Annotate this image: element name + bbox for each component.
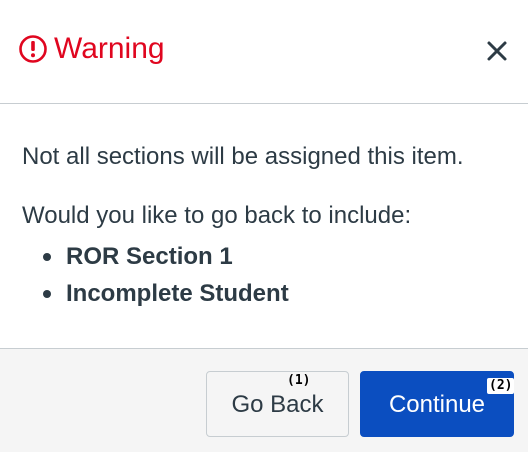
- list-item: ROR Section 1: [22, 238, 289, 275]
- close-button[interactable]: [484, 38, 510, 64]
- marker-label-2: (2): [487, 378, 515, 394]
- warning-dialog: Warning Not all sections will be assigne…: [0, 0, 528, 452]
- prompt-message: Would you like to go back to include:: [22, 202, 412, 229]
- bullet: [43, 290, 51, 298]
- dialog-header: Warning: [0, 0, 528, 104]
- dialog-title: Warning: [54, 32, 165, 65]
- list-item: Incomplete Student: [22, 275, 289, 312]
- go-back-button[interactable]: Go Back: [206, 371, 349, 437]
- dialog-body: Not all sections will be assigned this i…: [0, 104, 528, 348]
- list-item-label: Incomplete Student: [66, 280, 289, 307]
- dialog-footer: Go Back Continue: [0, 348, 528, 452]
- warning-message: Not all sections will be assigned this i…: [22, 143, 464, 170]
- bullet: [43, 253, 51, 261]
- section-list: ROR Section 1 Incomplete Student: [22, 238, 289, 312]
- marker-label-1: (1): [287, 373, 311, 388]
- warning-circle-icon: [18, 34, 48, 64]
- list-item-label: ROR Section 1: [66, 243, 233, 270]
- close-icon: [487, 41, 507, 61]
